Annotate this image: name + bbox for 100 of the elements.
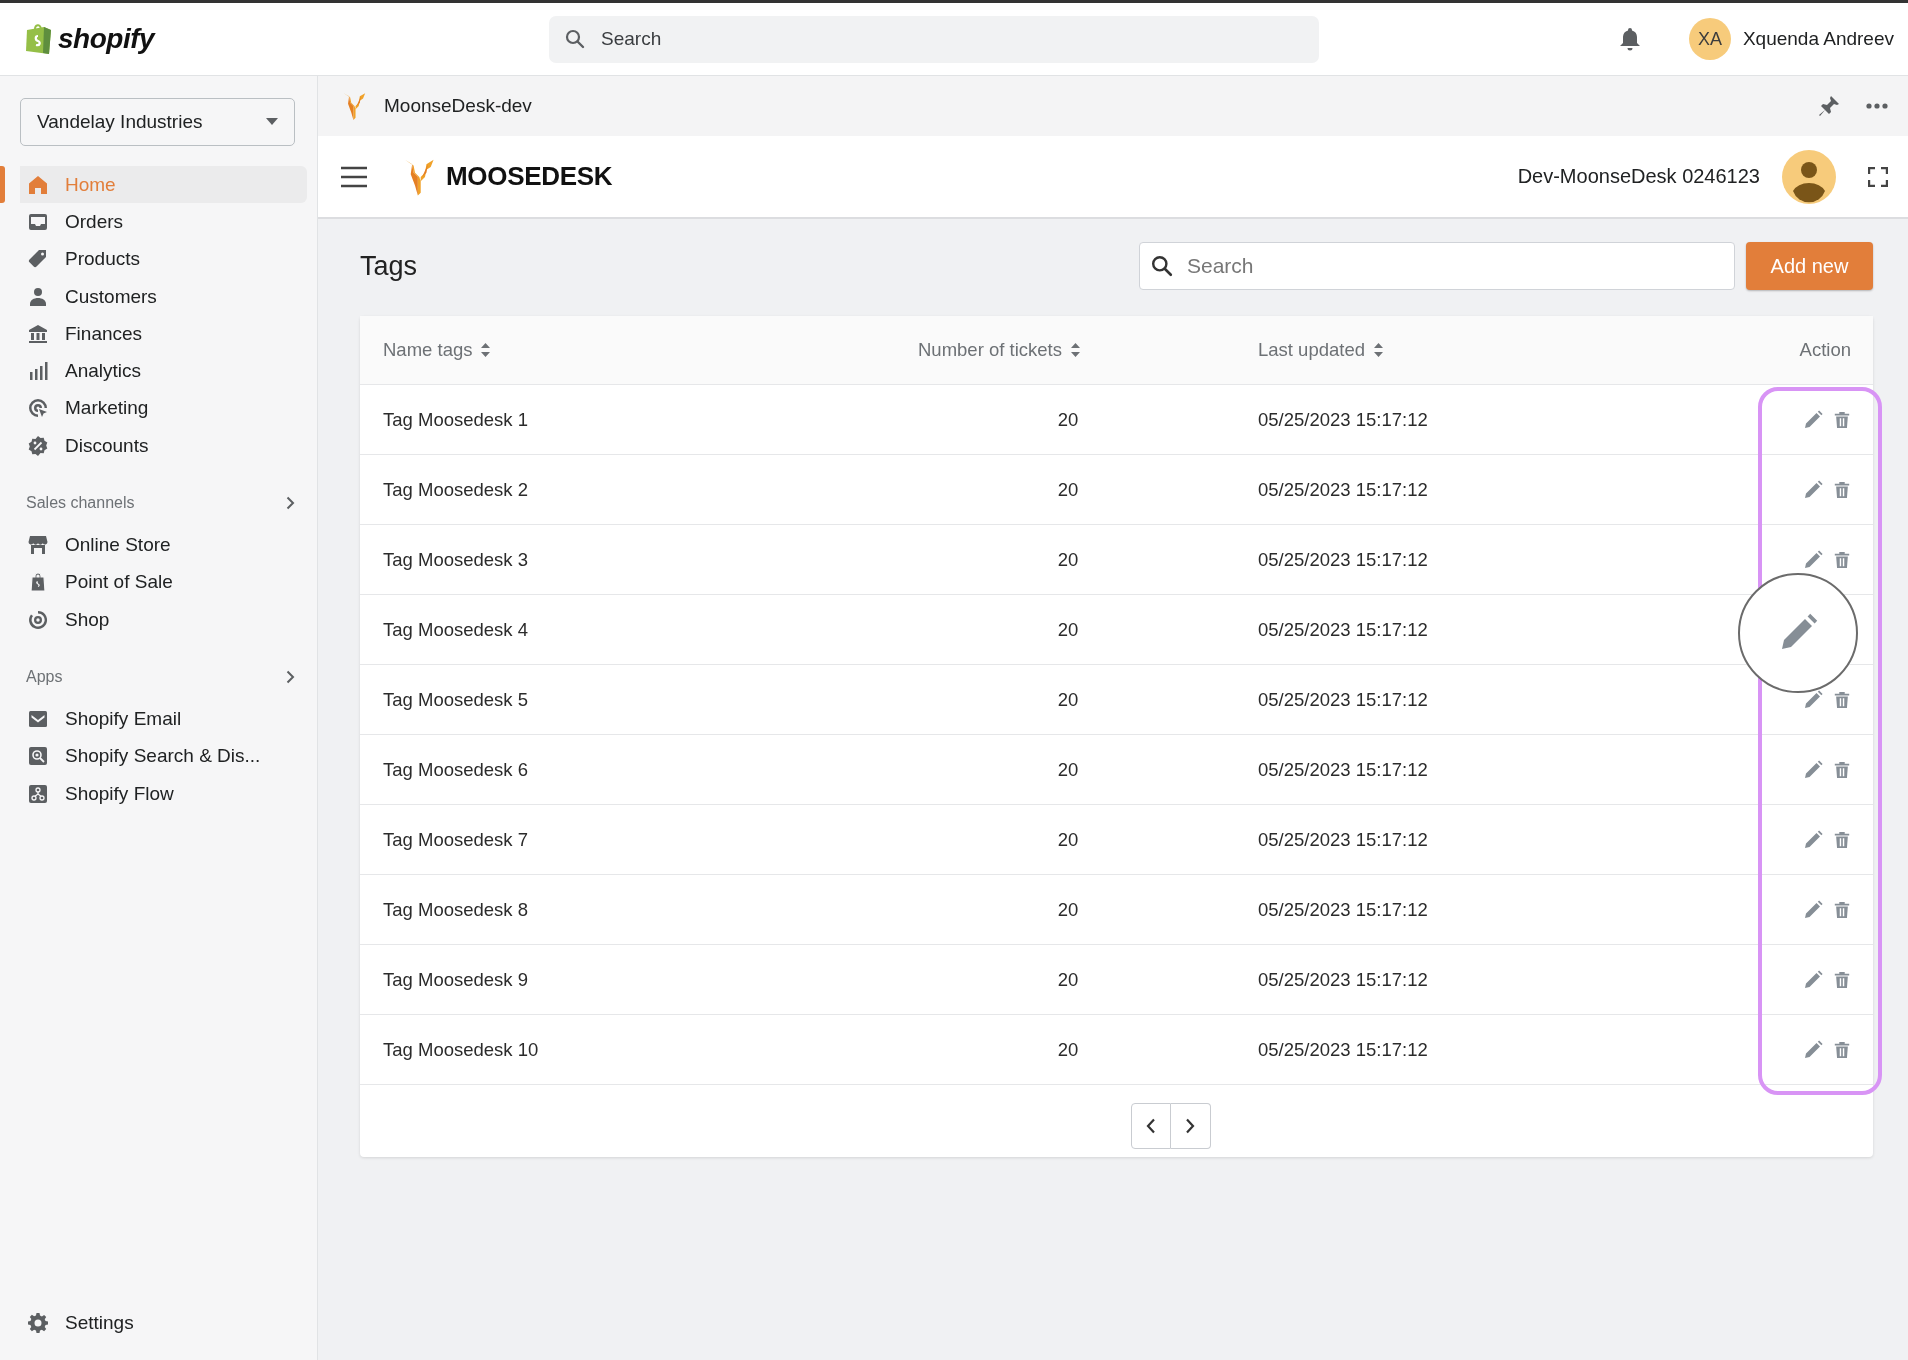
delete-button[interactable] [1833, 549, 1851, 570]
edit-button[interactable] [1803, 549, 1823, 570]
pin-icon[interactable] [1818, 95, 1840, 117]
nav-item[interactable]: Finances [20, 315, 307, 353]
sort-icon [481, 343, 491, 357]
nav-item[interactable]: Discounts [20, 427, 307, 465]
nav-item[interactable]: Point of Sale [20, 563, 307, 601]
table-cell-text: 05/25/2023 15:17:12 [1257, 898, 1429, 921]
more-icon[interactable] [1866, 103, 1888, 109]
table-cell-text: 05/25/2023 15:17:12 [1257, 758, 1429, 781]
table-cell-text: 20 [1056, 478, 1080, 501]
delete-button[interactable] [1833, 899, 1851, 920]
table-cell-text: 20 [1056, 1038, 1080, 1061]
pencil-icon [1803, 759, 1823, 780]
trash-icon [1833, 479, 1851, 500]
ring-icon [28, 609, 48, 630]
search-icon [1151, 255, 1173, 277]
user-avatar-icon[interactable] [1782, 149, 1836, 204]
table-cell-text: 20 [1056, 618, 1080, 641]
pencil-icon [1803, 969, 1823, 990]
home-icon [28, 174, 48, 195]
table-cell-text: 20 [1056, 548, 1080, 571]
chevron-left-icon [1145, 1118, 1156, 1134]
column-header: Action [1799, 339, 1851, 361]
nav-item[interactable]: Marketing [20, 389, 307, 428]
table-cell-text: 05/25/2023 15:17:12 [1257, 1038, 1429, 1061]
nav-item[interactable]: Online Store [20, 526, 307, 564]
table-cell-text: Tag Moosedesk 4 [383, 618, 529, 641]
delete-button[interactable] [1833, 409, 1851, 430]
account-name: Dev-MoonseDesk 0246123 [1517, 165, 1760, 188]
table-cell-text: 05/25/2023 15:17:12 [1257, 828, 1429, 851]
envelope-icon [28, 708, 48, 729]
next-page-button[interactable] [1170, 1103, 1211, 1149]
edit-button[interactable] [1803, 899, 1823, 920]
pencil-icon [1803, 829, 1823, 850]
table-cell-text: Tag Moosedesk 5 [383, 688, 529, 711]
chevron-right-icon [1185, 1118, 1195, 1134]
pencil-icon [1803, 479, 1823, 500]
table-cell-text: 20 [1056, 688, 1080, 711]
nav-item[interactable]: Shopify Email [20, 700, 307, 738]
tag-icon [28, 249, 48, 270]
table-cell-text: Tag Moosedesk 7 [383, 828, 529, 851]
percent-badge-icon [28, 435, 48, 456]
fullscreen-icon[interactable] [1868, 166, 1888, 187]
shopify-logo-text: shopify [58, 23, 155, 55]
pencil-icon [1803, 899, 1823, 920]
table-cell-text: Tag Moosedesk 9 [383, 968, 529, 991]
edit-button[interactable] [1803, 1039, 1823, 1060]
search-field[interactable]: Search [549, 15, 1319, 63]
section-heading: Apps [26, 668, 63, 687]
delete-button[interactable] [1833, 689, 1851, 710]
table-cell-text: 05/25/2023 15:17:12 [1257, 618, 1429, 641]
nav-item[interactable]: Analytics [20, 352, 307, 390]
nav-item[interactable]: Shop [20, 600, 307, 639]
pencil-icon [1803, 689, 1823, 710]
previous-page-button[interactable] [1130, 1103, 1171, 1149]
search-field[interactable]: Search [1139, 242, 1735, 290]
trash-icon [1833, 1039, 1851, 1060]
store-selector[interactable]: Vandelay Industries [20, 98, 295, 146]
menu-icon[interactable] [340, 165, 368, 188]
edit-button[interactable] [1803, 759, 1823, 780]
nav-item[interactable]: Products [20, 240, 307, 278]
edit-button[interactable] [1803, 409, 1823, 430]
delete-button[interactable] [1833, 829, 1851, 850]
store-name: Vandelay Industries [37, 111, 203, 133]
trash-icon [1833, 899, 1851, 920]
bell-icon[interactable] [1618, 27, 1641, 51]
table-cell-text: Tag Moosedesk 10 [383, 1038, 540, 1061]
edit-button[interactable] [1803, 969, 1823, 990]
active-indicator [0, 166, 5, 203]
nav-item[interactable]: Customers [20, 277, 307, 316]
table-cell-text: 20 [1056, 968, 1080, 991]
column-header[interactable]: Last updated [1258, 339, 1365, 361]
column-header[interactable]: Number of tickets [918, 339, 1062, 361]
table-cell-text: 05/25/2023 15:17:12 [1257, 478, 1429, 501]
table-cell-text: 20 [1056, 898, 1080, 921]
caret-down-icon [266, 118, 278, 126]
target-icon [28, 398, 48, 419]
settings-item[interactable]: Settings [20, 1304, 307, 1342]
delete-button[interactable] [1833, 969, 1851, 990]
shopping-bag-icon [28, 572, 48, 593]
table-cell-text: Tag Moosedesk 2 [383, 478, 529, 501]
column-header[interactable]: Name tags [383, 339, 473, 361]
delete-button[interactable] [1833, 759, 1851, 780]
edit-button[interactable] [1803, 829, 1823, 850]
sort-icon [1374, 343, 1383, 357]
table-cell-text: Tag Moosedesk 3 [383, 548, 529, 571]
table-cell-text: 05/25/2023 15:17:12 [1257, 548, 1429, 571]
nav-item[interactable]: Shopify Flow [20, 774, 307, 813]
nav-item[interactable]: Orders [20, 203, 307, 241]
edit-button[interactable] [1803, 479, 1823, 500]
table-cell-text: 05/25/2023 15:17:12 [1257, 688, 1429, 711]
edit-button[interactable] [1803, 689, 1823, 710]
trash-icon [1833, 759, 1851, 780]
bar-chart-icon [28, 361, 48, 382]
delete-button[interactable] [1833, 479, 1851, 500]
user-name[interactable]: Xquenda Andreev [1742, 28, 1894, 50]
nav-item[interactable]: Shopify Search & Dis... [20, 737, 307, 775]
delete-button[interactable] [1833, 1039, 1851, 1060]
user-avatar[interactable]: XA [1688, 18, 1731, 60]
